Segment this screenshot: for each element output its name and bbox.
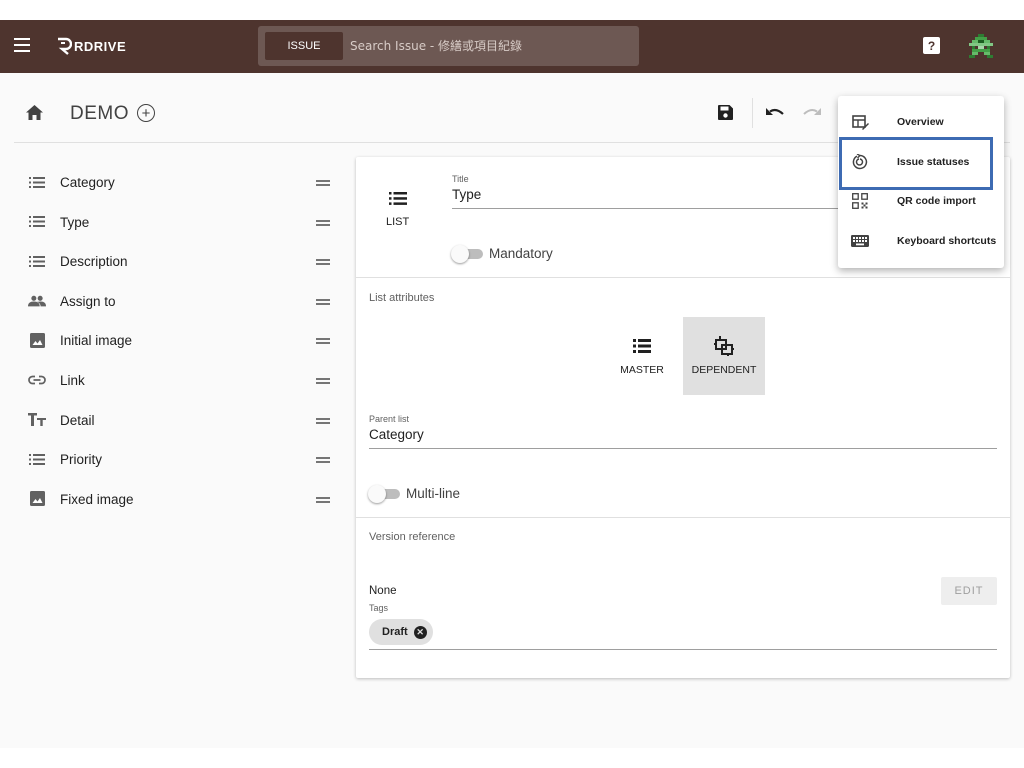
drag-handle-icon[interactable] — [316, 219, 330, 226]
field-list-label: Fixed image — [60, 491, 134, 507]
field-list-label: Assign to — [60, 293, 116, 309]
drag-handle-icon[interactable] — [316, 457, 330, 464]
field-list-item-fixed-image[interactable]: Fixed image — [14, 479, 344, 519]
home-icon[interactable] — [26, 105, 43, 120]
overview-icon — [851, 114, 869, 130]
issue-status-icon — [851, 153, 869, 170]
hamburger-menu-icon[interactable] — [14, 38, 30, 52]
dependent-button[interactable]: DEPENDENT — [683, 317, 765, 395]
version-reference-label: Version reference — [369, 531, 456, 543]
menu-item-label: QR code import — [897, 195, 976, 207]
drag-handle-icon[interactable] — [316, 496, 330, 503]
keyboard-icon — [851, 233, 869, 249]
drag-handle-icon[interactable] — [316, 377, 330, 384]
drag-handle-icon[interactable] — [316, 259, 330, 266]
list-icon — [28, 253, 46, 269]
people-icon — [28, 293, 46, 309]
multiline-toggle[interactable] — [368, 485, 402, 503]
section-divider — [356, 517, 1010, 518]
mandatory-label: Mandatory — [489, 246, 553, 261]
drag-handle-icon[interactable] — [316, 298, 330, 305]
save-icon[interactable] — [718, 105, 733, 120]
drag-handle-icon[interactable] — [316, 417, 330, 424]
master-list-icon — [633, 335, 651, 357]
parent-list-field[interactable]: Parent list Category — [369, 414, 997, 449]
overflow-menu: Overview Issue statuses QR code import K… — [838, 96, 1004, 268]
app-frame: RDRIVE ISSUE ? DEMO + — [0, 20, 1024, 748]
edit-button[interactable]: EDIT — [941, 577, 997, 605]
menu-item-overview[interactable]: Overview — [838, 102, 1004, 142]
field-list-item-category[interactable]: Category — [14, 162, 344, 202]
menu-item-label: Keyboard shortcuts — [897, 234, 997, 247]
tag-chip: Draft ✕ — [369, 619, 433, 645]
list-icon — [28, 174, 46, 190]
brand-name: RDRIVE — [74, 38, 127, 54]
field-list-item-description[interactable]: Description — [14, 241, 344, 281]
image-icon — [28, 332, 46, 348]
field-list-item-priority[interactable]: Priority — [14, 439, 344, 479]
list-icon — [28, 214, 46, 230]
search-bar: ISSUE — [258, 26, 639, 66]
link-icon — [28, 372, 46, 388]
dependent-label: DEPENDENT — [691, 364, 757, 376]
field-list-item-assign-to[interactable]: Assign to — [14, 281, 344, 321]
field-list-label: Description — [60, 254, 128, 270]
undo-icon[interactable] — [766, 108, 784, 118]
field-list-label: Link — [60, 372, 85, 388]
search-scope-button[interactable]: ISSUE — [265, 32, 343, 60]
list-attributes-label: List attributes — [369, 292, 435, 304]
tags-field[interactable]: Tags Draft ✕ — [369, 603, 997, 650]
drag-handle-icon[interactable] — [316, 180, 330, 186]
qr-code-icon — [851, 193, 869, 209]
field-list-label: Initial image — [60, 333, 133, 349]
help-icon[interactable]: ? — [923, 37, 940, 54]
field-list-item-type[interactable]: Type — [14, 202, 344, 242]
menu-item-qr-code-import[interactable]: QR code import — [838, 181, 1004, 221]
page-title: DEMO — [70, 103, 129, 124]
master-button[interactable]: MASTER — [601, 317, 683, 395]
version-reference-value: None — [369, 585, 397, 597]
tags-input[interactable]: Draft ✕ — [369, 613, 997, 650]
parent-list-select[interactable]: Category — [369, 427, 997, 449]
field-list-item-detail[interactable]: Detail — [14, 400, 344, 440]
redo-icon — [803, 108, 821, 115]
list-icon — [28, 451, 46, 467]
close-icon[interactable]: ✕ — [413, 625, 427, 639]
menu-item-label: Overview — [897, 116, 944, 128]
brand-mark-icon — [58, 37, 72, 55]
list-type-icon — [384, 192, 412, 210]
tags-label: Tags — [369, 603, 389, 613]
menu-item-issue-statuses[interactable]: Issue statuses — [838, 142, 1004, 182]
multiline-label: Multi-line — [406, 486, 461, 501]
dependent-list-icon — [714, 335, 734, 357]
image-icon — [28, 491, 46, 507]
field-list-item-link[interactable]: Link — [14, 360, 344, 400]
field-list-label: Category — [60, 175, 115, 190]
field-list: Category Type Description Assign to Init… — [14, 162, 344, 518]
field-list-item-initial-image[interactable]: Initial image — [14, 320, 344, 360]
app-bar: RDRIVE ISSUE ? — [0, 20, 1024, 73]
mandatory-toggle[interactable] — [451, 245, 485, 263]
field-list-label: Type — [60, 214, 90, 230]
add-circle-icon[interactable]: + — [137, 104, 155, 122]
text-fields-icon — [28, 412, 46, 428]
section-divider — [356, 277, 1010, 278]
menu-item-label: Issue statuses — [897, 155, 970, 168]
master-label: MASTER — [620, 364, 664, 376]
drag-handle-icon[interactable] — [316, 338, 330, 345]
field-type-label: LIST — [386, 216, 410, 228]
avatar[interactable] — [966, 31, 996, 61]
tag-chip-label: Draft — [382, 626, 408, 638]
brand-logo[interactable]: RDRIVE — [56, 37, 126, 55]
field-list-label: Detail — [60, 412, 95, 428]
menu-item-keyboard-shortcuts[interactable]: Keyboard shortcuts — [838, 221, 1004, 261]
field-list-label: Priority — [60, 452, 103, 468]
parent-list-label: Parent list — [369, 414, 410, 424]
toolbar-divider — [752, 98, 753, 128]
search-input[interactable] — [343, 26, 639, 66]
